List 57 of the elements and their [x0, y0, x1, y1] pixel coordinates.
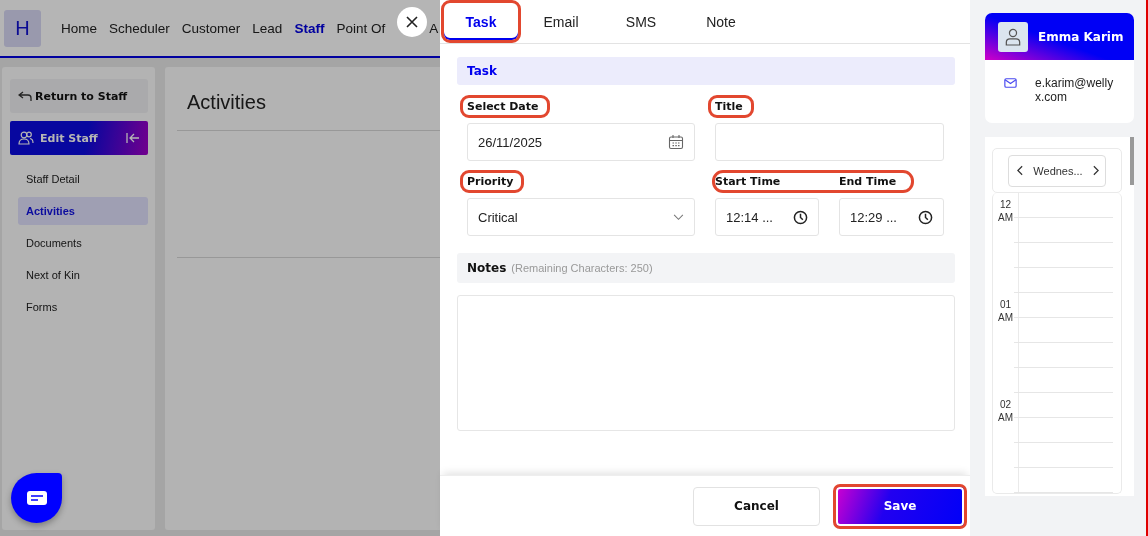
title-field[interactable]: [715, 123, 944, 161]
mail-icon: [1004, 78, 1017, 88]
notes-field[interactable]: [457, 295, 955, 431]
logo[interactable]: H: [4, 9, 41, 47]
day-picker[interactable]: Wednes...: [1008, 154, 1106, 187]
clock-icon: [793, 209, 808, 225]
profile-name: Emma Karim: [1038, 29, 1124, 44]
clock-icon: [918, 209, 933, 225]
tab[interactable]: Note: [681, 0, 761, 43]
sidebar-item[interactable]: Activities: [18, 197, 148, 225]
sidebar-item[interactable]: Forms: [18, 293, 148, 321]
chevron-down-icon: [673, 213, 684, 221]
save-button[interactable]: Save: [833, 483, 967, 529]
nav-link[interactable]: Customer: [181, 20, 241, 36]
nav-link[interactable]: Home: [61, 20, 97, 36]
sidebar-item[interactable]: Documents: [18, 229, 148, 257]
sidebar-item[interactable]: Next of Kin: [18, 261, 148, 289]
section-heading: Task: [457, 57, 955, 85]
calendar-icon: [668, 134, 684, 150]
page-title: Activities: [187, 91, 266, 114]
chat-icon: [26, 491, 47, 505]
chevron-left-icon[interactable]: [1017, 165, 1023, 176]
field-label: Title: [708, 94, 754, 118]
nav-link[interactable]: Lead: [252, 20, 283, 36]
nav-link[interactable]: Staff: [294, 20, 325, 36]
field-label: Priority: [460, 169, 525, 193]
nav-link[interactable]: A: [429, 20, 439, 36]
sidebar-item[interactable]: Staff Detail: [18, 165, 148, 193]
remaining-characters: (Remaining Characters: 250): [511, 262, 653, 274]
time-field[interactable]: 12:29 ...: [839, 198, 944, 236]
email-text: e.karim@wellyx.com: [1035, 76, 1115, 105]
tab[interactable]: Email: [521, 0, 601, 43]
person-icon: [1005, 27, 1021, 46]
hour-label: 02 AM: [993, 393, 1019, 493]
tab[interactable]: SMS: [601, 0, 681, 43]
field-label: Select Date: [460, 94, 550, 118]
cancel-button[interactable]: Cancel: [693, 486, 820, 526]
return-arrow-icon: [18, 90, 32, 102]
scrollbar-thumb[interactable]: [1130, 137, 1134, 185]
collapse-icon[interactable]: [126, 132, 140, 144]
field-label: End Time: [839, 174, 898, 188]
date-field[interactable]: 26/11/2025: [467, 123, 695, 161]
hour-label: 12 AM: [993, 193, 1019, 293]
nav-link[interactable]: Point Of: [336, 20, 386, 36]
nav-link[interactable]: Scheduler: [109, 20, 170, 36]
tab[interactable]: Task: [441, 0, 521, 43]
notes-label: Notes: [467, 261, 507, 275]
field-label: Start Time: [715, 174, 782, 188]
return-button[interactable]: Return to Staff: [10, 79, 148, 113]
people-icon: [18, 131, 34, 145]
close-icon: [406, 16, 418, 28]
section-title: Edit Staff: [40, 131, 99, 145]
chevron-right-icon[interactable]: [1093, 165, 1099, 176]
time-field[interactable]: 12:14 ...: [715, 198, 819, 236]
priority-select[interactable]: Critical: [467, 198, 695, 236]
hour-label: 01 AM: [993, 293, 1019, 393]
day-label: Wednes...: [1033, 164, 1083, 177]
